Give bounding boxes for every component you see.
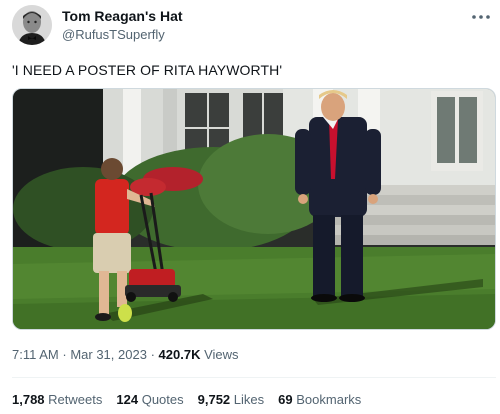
likes-count: 9,752	[197, 392, 231, 407]
author-handle[interactable]: @RufusTSuperfly	[62, 27, 165, 42]
bookmarks-stat[interactable]: 69 Bookmarks	[278, 392, 361, 407]
bookmarks-label: Bookmarks	[296, 392, 362, 407]
bookmarks-count: 69	[278, 392, 293, 407]
tweet-time[interactable]: 7:11 AM	[12, 347, 59, 362]
photo-image	[13, 89, 495, 329]
meta-separator: ·	[150, 347, 155, 362]
engagement-stats: 1,788 Retweets 124 Quotes 9,752 Likes 69…	[12, 392, 361, 407]
quotes-stat[interactable]: 124 Quotes	[116, 392, 183, 407]
avatar-photo	[12, 5, 52, 45]
likes-stat[interactable]: 9,752 Likes	[198, 392, 265, 407]
tweet-media-photo[interactable]	[12, 88, 496, 330]
divider	[12, 377, 496, 378]
retweets-stat[interactable]: 1,788 Retweets	[12, 392, 102, 407]
avatar[interactable]	[12, 5, 52, 45]
meta-separator: ·	[62, 347, 67, 362]
views-count: 420.7K	[158, 347, 201, 362]
tweet-meta: 7:11 AM · Mar 31, 2023 · 420.7K Views	[12, 347, 239, 362]
more-options-button[interactable]	[470, 10, 492, 24]
tweet-text: 'I NEED A POSTER OF RITA HAYWORTH'	[12, 62, 283, 78]
retweets-label: Retweets	[48, 392, 103, 407]
tweet-date[interactable]: Mar 31, 2023	[70, 347, 147, 362]
quotes-label: Quotes	[141, 392, 184, 407]
more-dots-icon	[472, 15, 490, 19]
views-label: Views	[204, 347, 239, 362]
likes-label: Likes	[233, 392, 265, 407]
retweets-count: 1,788	[12, 392, 45, 407]
author-display-name[interactable]: Tom Reagan's Hat	[62, 8, 183, 24]
quotes-count: 124	[116, 392, 139, 407]
